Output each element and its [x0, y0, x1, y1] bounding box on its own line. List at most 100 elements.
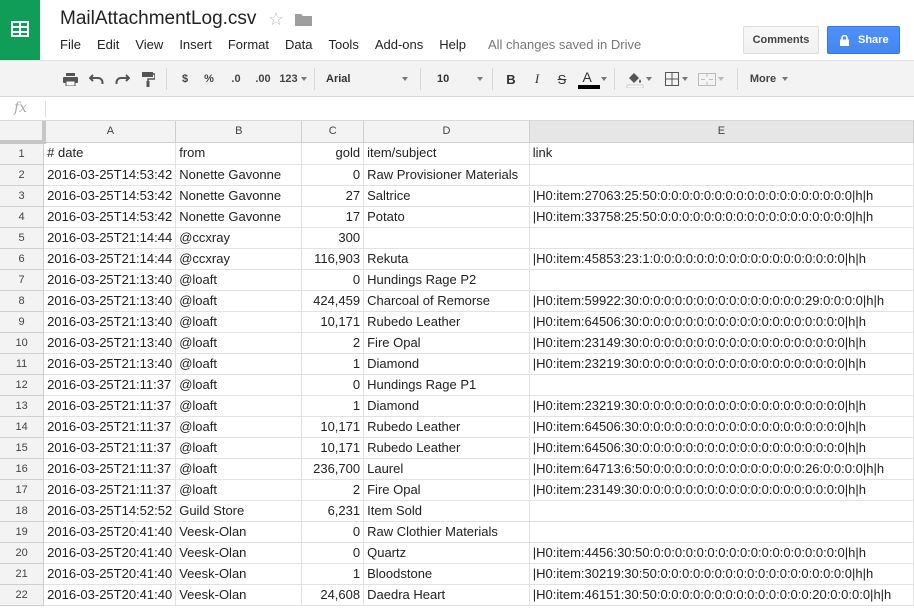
cell-date[interactable]: 2016-03-25T21:11:37 [43, 395, 177, 417]
cell-date[interactable]: 2016-03-25T21:11:37 [43, 479, 177, 501]
cell-link[interactable]: |H0:item:64506:30:0:0:0:0:0:0:0:0:0:0:0:… [529, 416, 914, 438]
cell-item[interactable]: Hundings Rage P1 [363, 374, 530, 396]
cell-item[interactable]: Rubedo Leather [363, 416, 530, 438]
column-header-b[interactable]: B [175, 121, 303, 143]
cell-gold[interactable]: 2 [301, 332, 365, 354]
menu-data[interactable]: Data [277, 36, 320, 54]
cell-date[interactable]: 2016-03-25T14:53:42 [43, 164, 177, 186]
cell-from[interactable]: @loaft [175, 311, 303, 333]
cell-link[interactable]: |H0:item:33758:25:50:0:0:0:0:0:0:0:0:0:0… [529, 206, 914, 228]
cell-link[interactable]: |H0:item:30219:30:50:0:0:0:0:0:0:0:0:0:0… [529, 563, 914, 585]
formula-input[interactable] [52, 100, 902, 118]
row-header[interactable]: 1 [0, 142, 45, 165]
cell-from[interactable]: @loaft [175, 437, 303, 459]
cell-from[interactable]: @loaft [175, 395, 303, 417]
cell-from[interactable]: Veesk-Olan [175, 542, 303, 564]
cell-link[interactable]: |H0:item:64506:30:0:0:0:0:0:0:0:0:0:0:0:… [529, 437, 914, 459]
row-header[interactable]: 9 [0, 311, 45, 333]
cell-from[interactable]: Guild Store [175, 500, 303, 522]
cell-item[interactable]: Raw Provisioner Materials [363, 164, 530, 186]
row-header[interactable]: 20 [0, 542, 45, 564]
font-size-select[interactable]: 10 [437, 67, 487, 91]
folder-icon[interactable] [295, 13, 312, 31]
cell-date[interactable]: 2016-03-25T21:11:37 [43, 416, 177, 438]
cell-item[interactable]: Diamond [363, 395, 530, 417]
cell-link[interactable] [529, 227, 914, 249]
cell-link[interactable]: |H0:item:4456:30:50:0:0:0:0:0:0:0:0:0:0:… [529, 542, 914, 564]
cell-item[interactable]: Quartz [363, 542, 530, 564]
cell-gold[interactable]: gold [301, 142, 365, 165]
cell-item[interactable]: Saltrice [363, 185, 530, 207]
cell-link[interactable]: |H0:item:23219:30:0:0:0:0:0:0:0:0:0:0:0:… [529, 353, 914, 375]
cell-item[interactable]: Laurel [363, 458, 530, 480]
cell-from[interactable]: @ccxray [175, 248, 303, 270]
document-title[interactable]: MailAttachmentLog.csv [60, 8, 256, 30]
column-header-c[interactable]: C [301, 121, 365, 143]
cell-from[interactable]: @loaft [175, 353, 303, 375]
share-button[interactable]: Share [827, 26, 900, 54]
cell-gold[interactable]: 0 [301, 521, 365, 543]
cell-date[interactable]: 2016-03-25T21:11:37 [43, 437, 177, 459]
cell-gold[interactable]: 116,903 [301, 248, 365, 270]
fill-color-button[interactable] [622, 61, 656, 97]
font-family-select[interactable]: Arial [326, 67, 414, 91]
row-header[interactable]: 12 [0, 374, 45, 396]
cell-link[interactable]: |H0:item:27063:25:50:0:0:0:0:0:0:0:0:0:0… [529, 185, 914, 207]
cell-from[interactable]: Veesk-Olan [175, 563, 303, 585]
cell-gold[interactable]: 10,171 [301, 416, 365, 438]
cell-gold[interactable]: 27 [301, 185, 365, 207]
row-header[interactable]: 18 [0, 500, 45, 522]
cell-link[interactable]: |H0:item:45853:23:1:0:0:0:0:0:0:0:0:0:0:… [529, 248, 914, 270]
more-button[interactable]: More [746, 61, 792, 97]
cell-from[interactable]: @loaft [175, 332, 303, 354]
undo-icon[interactable] [84, 61, 108, 97]
cell-gold[interactable]: 1 [301, 563, 365, 585]
cell-gold[interactable]: 10,171 [301, 437, 365, 459]
redo-icon[interactable] [110, 61, 134, 97]
menu-format[interactable]: Format [220, 36, 277, 54]
italic-button[interactable]: I [526, 61, 548, 97]
row-header[interactable]: 4 [0, 206, 45, 228]
column-header-e[interactable]: E [529, 121, 914, 143]
column-header-d[interactable]: D [363, 121, 530, 143]
cell-item[interactable]: Rubedo Leather [363, 437, 530, 459]
menu-file[interactable]: File [52, 36, 89, 54]
cell-item[interactable] [363, 227, 530, 249]
cell-link[interactable]: |H0:item:23149:30:0:0:0:0:0:0:0:0:0:0:0:… [529, 479, 914, 501]
cell-gold[interactable]: 300 [301, 227, 365, 249]
cell-date[interactable]: 2016-03-25T20:41:40 [43, 521, 177, 543]
cell-gold[interactable]: 0 [301, 542, 365, 564]
more-formats-button[interactable]: 123 [276, 61, 310, 97]
sheets-logo[interactable] [0, 0, 40, 60]
percent-format-button[interactable]: % [198, 61, 220, 97]
cell-from[interactable]: from [175, 142, 303, 165]
cell-gold[interactable]: 2 [301, 479, 365, 501]
menu-addons[interactable]: Add-ons [367, 36, 431, 54]
cell-item[interactable]: Rekuta [363, 248, 530, 270]
cell-link[interactable]: |H0:item:46151:30:50:0:0:0:0:0:0:0:0:0:0… [529, 584, 914, 606]
cell-date[interactable]: 2016-03-25T21:14:44 [43, 227, 177, 249]
cell-from[interactable]: @loaft [175, 458, 303, 480]
cell-from[interactable]: Veesk-Olan [175, 521, 303, 543]
menu-insert[interactable]: Insert [171, 36, 220, 54]
save-status[interactable]: All changes saved in Drive [488, 36, 641, 54]
row-header[interactable]: 3 [0, 185, 45, 207]
cell-date[interactable]: 2016-03-25T20:41:40 [43, 563, 177, 585]
star-icon[interactable]: ☆ [268, 9, 284, 30]
row-header[interactable]: 10 [0, 332, 45, 354]
cell-date[interactable]: 2016-03-25T21:13:40 [43, 332, 177, 354]
row-header[interactable]: 22 [0, 584, 45, 606]
cell-gold[interactable]: 10,171 [301, 311, 365, 333]
row-header[interactable]: 8 [0, 290, 45, 312]
cell-from[interactable]: Veesk-Olan [175, 584, 303, 606]
strikethrough-button[interactable]: S [551, 61, 573, 97]
cell-from[interactable]: @loaft [175, 416, 303, 438]
currency-format-button[interactable]: $ [174, 61, 196, 97]
cell-date[interactable]: 2016-03-25T21:14:44 [43, 248, 177, 270]
cell-from[interactable]: Nonette Gavonne [175, 164, 303, 186]
cell-item[interactable]: Item Sold [363, 500, 530, 522]
cell-from[interactable]: @ccxray [175, 227, 303, 249]
cell-link[interactable] [529, 269, 914, 291]
row-header[interactable]: 19 [0, 521, 45, 543]
cell-gold[interactable]: 17 [301, 206, 365, 228]
